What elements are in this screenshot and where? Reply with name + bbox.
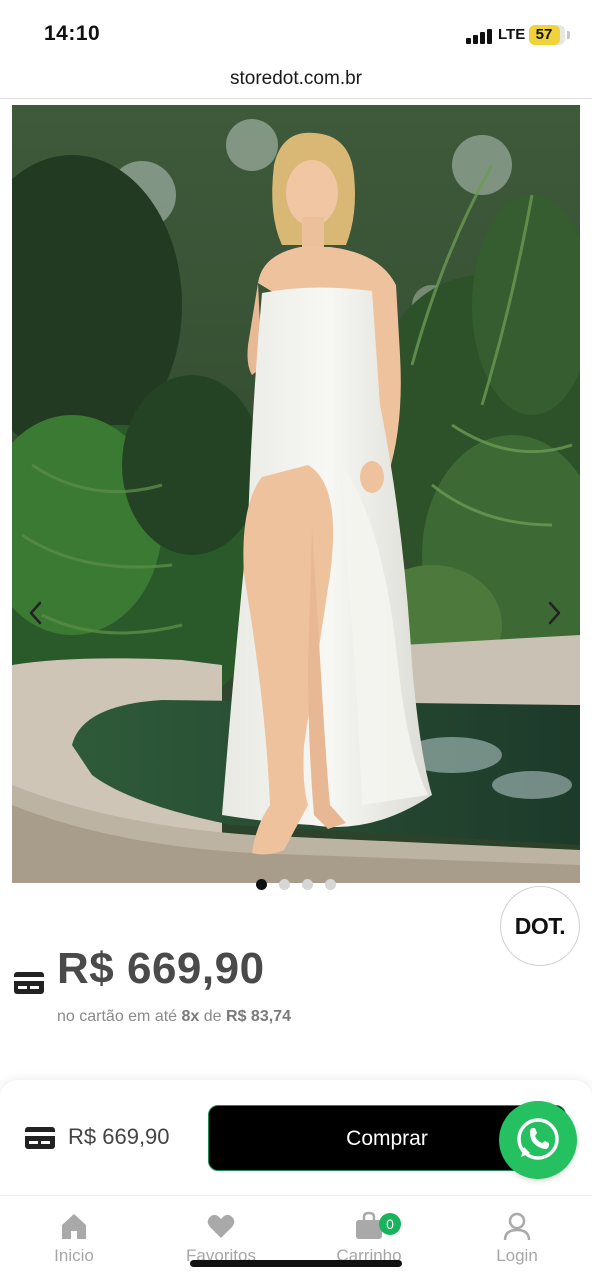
heart-icon (205, 1210, 237, 1242)
installment-info: no cartão em até 8x de R$ 83,74 (57, 1008, 291, 1026)
divider (0, 98, 592, 99)
carousel-dot[interactable] (279, 879, 290, 890)
network-type: LTE (498, 26, 526, 43)
product-photo[interactable] (12, 105, 580, 883)
user-icon (501, 1210, 533, 1242)
credit-card-icon (14, 972, 44, 994)
credit-card-icon (25, 1127, 55, 1149)
carousel-dot[interactable] (325, 879, 336, 890)
nav-item-favoritos[interactable]: Favoritos (161, 1196, 281, 1280)
product-photo-illustration (12, 105, 580, 883)
status-bar: 14:10 LTE 57 (0, 0, 592, 62)
cart-count-badge: 0 (379, 1213, 401, 1235)
purchase-bar-price: R$ 669,90 (68, 1124, 170, 1149)
next-image-arrow-icon[interactable] (544, 600, 564, 626)
product-price: R$ 669,90 (57, 944, 265, 993)
brand-logo-badge[interactable]: DOT. (500, 886, 580, 966)
status-time: 14:10 (44, 22, 101, 45)
nav-item-login[interactable]: Login (457, 1196, 577, 1280)
installment-middle: de (203, 1008, 222, 1025)
home-indicator (190, 1260, 402, 1267)
installment-count: 8x (181, 1008, 200, 1025)
battery-level: 57 (535, 26, 553, 43)
bottom-navigation: Inicio Favoritos 0 Carrinho Login (0, 1195, 592, 1280)
signal-bars-icon (466, 28, 494, 44)
nav-item-inicio[interactable]: Inicio (14, 1196, 134, 1280)
carousel-dot[interactable] (302, 879, 313, 890)
previous-image-arrow-icon[interactable] (26, 600, 46, 626)
nav-item-carrinho[interactable]: 0 Carrinho (309, 1196, 429, 1280)
installment-value: R$ 83,74 (226, 1008, 291, 1025)
home-icon (58, 1210, 90, 1242)
nav-label: Inicio (54, 1246, 94, 1265)
carousel-dot[interactable] (256, 879, 267, 890)
nav-label: Login (496, 1246, 538, 1265)
battery-tip (567, 31, 570, 39)
installment-prefix: no cartão em até (57, 1008, 178, 1025)
whatsapp-icon[interactable] (499, 1101, 577, 1179)
url-bar[interactable]: storedot.com.br (0, 62, 592, 98)
battery-icon: 57 (529, 25, 565, 45)
